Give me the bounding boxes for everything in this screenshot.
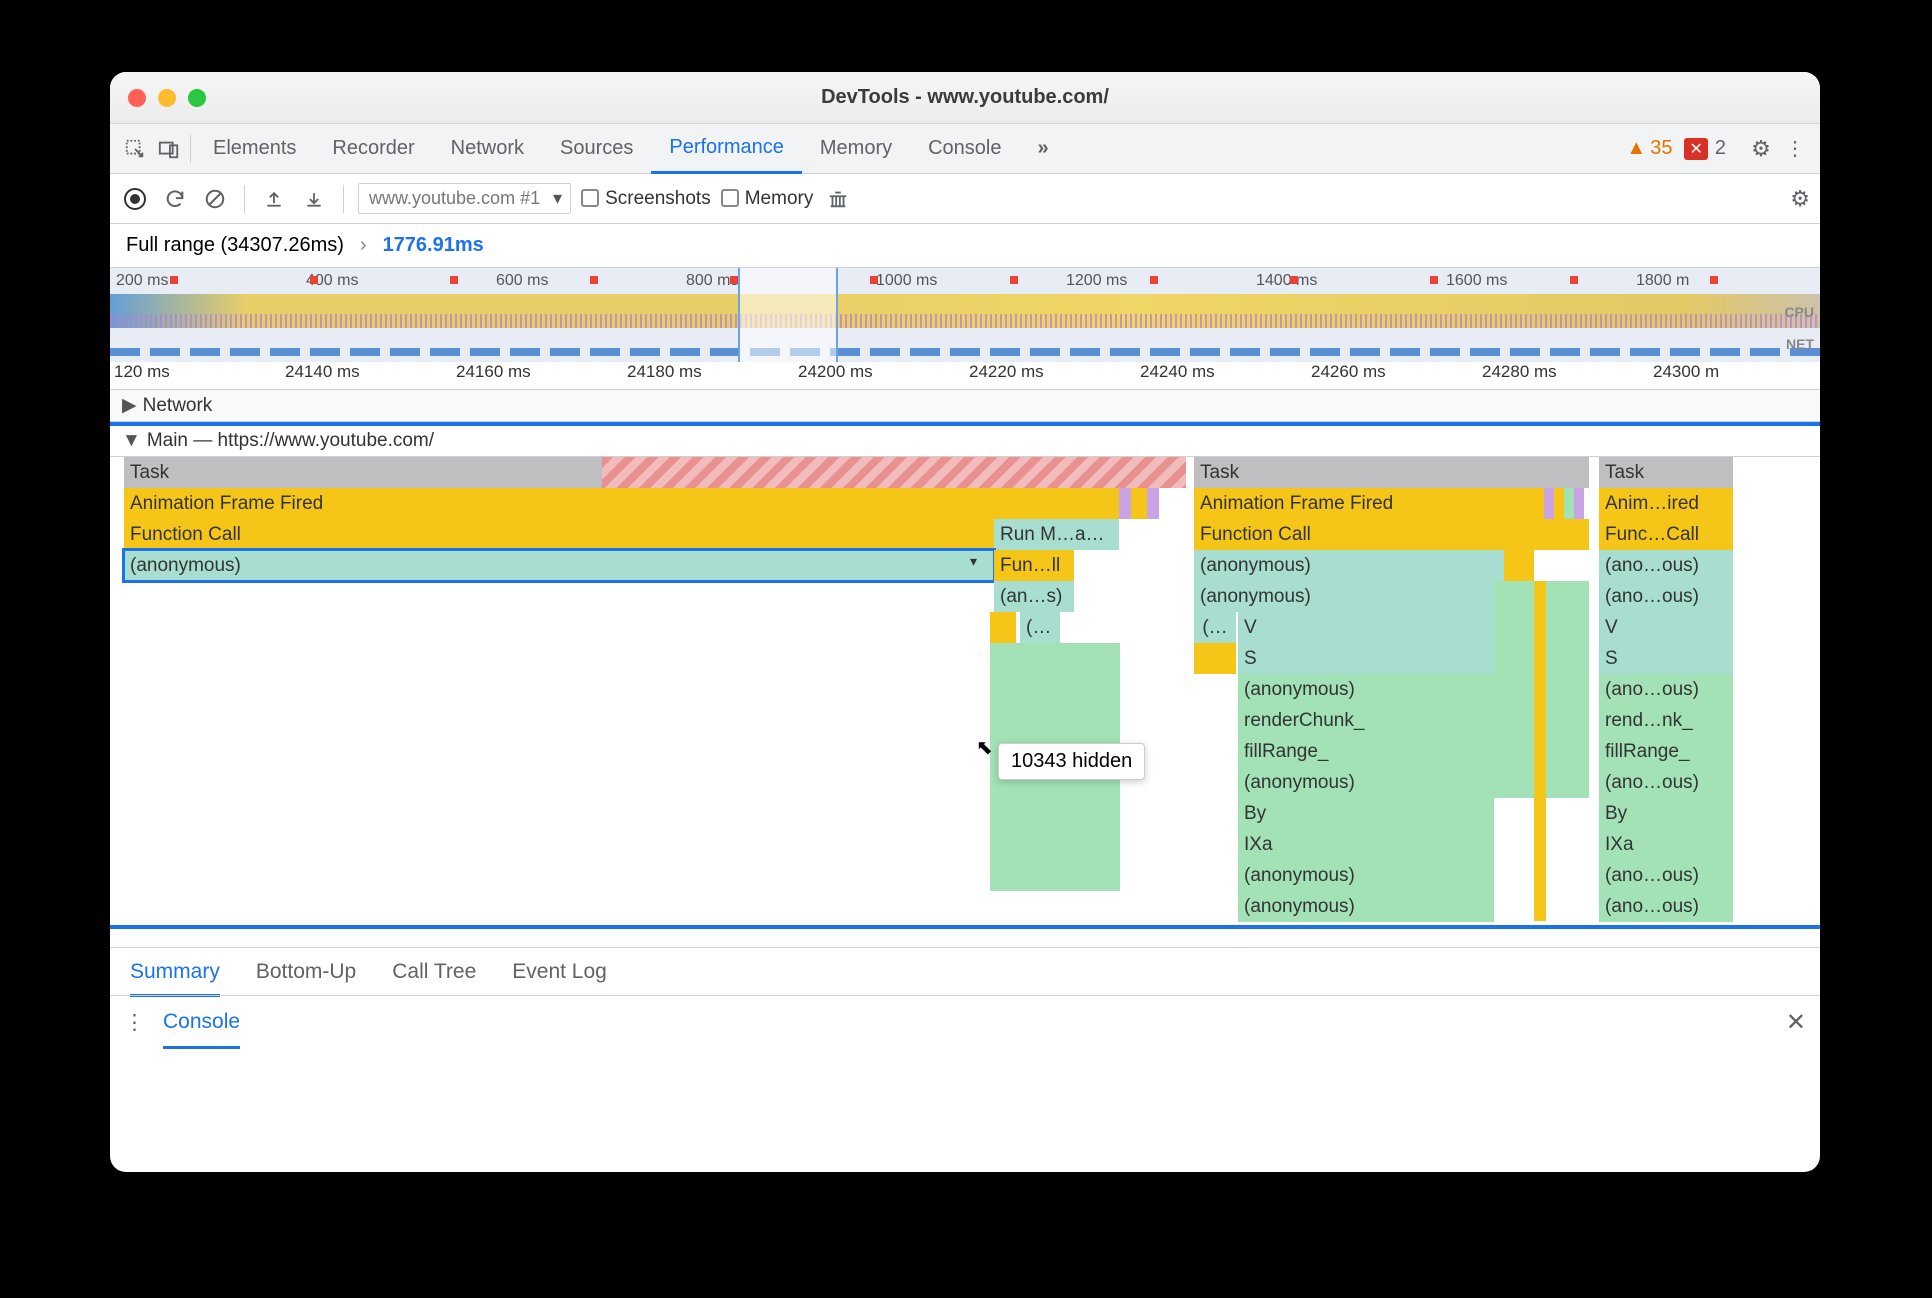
drawer-menu-icon[interactable]: ⋮ <box>124 1010 145 1035</box>
main-track-header[interactable]: ▼Main — https://www.youtube.com/ <box>110 426 1820 457</box>
flame-function-call[interactable]: Func…Call <box>1599 519 1733 550</box>
record-button[interactable] <box>120 184 150 214</box>
flame-animation-frame-fired[interactable]: Animation Frame Fired <box>1194 488 1544 519</box>
flame-run-microtasks[interactable]: Run M…asks <box>994 519 1119 550</box>
flame-function-call[interactable]: Function Call <box>1194 519 1589 550</box>
tab-elements[interactable]: Elements <box>195 124 314 173</box>
tab-console[interactable]: Console <box>910 124 1019 173</box>
drawer-tab-console[interactable]: Console <box>163 1010 240 1049</box>
capture-settings-gear-icon[interactable]: ⚙ <box>1790 186 1810 212</box>
load-profile-icon[interactable] <box>259 184 289 214</box>
overview-selection[interactable] <box>738 268 838 362</box>
tab-event-log[interactable]: Event Log <box>512 960 607 984</box>
flame-animation-frame-fired[interactable]: Anim…ired <box>1599 488 1733 519</box>
save-profile-icon[interactable] <box>299 184 329 214</box>
flame-ixa[interactable]: IXa <box>1599 829 1733 860</box>
flame-v[interactable]: V <box>1238 612 1494 643</box>
net-label: NET <box>1786 336 1814 352</box>
tab-bottom-up[interactable]: Bottom-Up <box>256 960 356 984</box>
tab-call-tree[interactable]: Call Tree <box>392 960 476 984</box>
device-toolbar-icon[interactable] <box>152 132 186 166</box>
flame-anonymous[interactable]: (ano…ous) <box>1599 860 1733 891</box>
settings-gear-icon[interactable]: ⚙ <box>1744 132 1778 166</box>
flame-anonymous[interactable]: (ano…ous) <box>1599 581 1733 612</box>
garbage-collect-icon[interactable] <box>823 184 853 214</box>
devtools-window: DevTools - www.youtube.com/ Elements Rec… <box>110 72 1820 1172</box>
flame-fillrange[interactable]: fillRange_ <box>1599 736 1733 767</box>
memory-checkbox[interactable]: Memory <box>721 188 814 210</box>
close-window-button[interactable] <box>128 89 146 107</box>
cpu-label: CPU <box>1784 304 1814 320</box>
inspect-element-icon[interactable] <box>118 132 152 166</box>
window-title: DevTools - www.youtube.com/ <box>110 86 1820 109</box>
full-range-label[interactable]: Full range (34307.26ms) <box>126 234 344 257</box>
titlebar: DevTools - www.youtube.com/ <box>110 72 1820 124</box>
tab-recorder[interactable]: Recorder <box>314 124 432 173</box>
flame-anonymous[interactable]: (ano…ous) <box>1599 891 1733 922</box>
flame-anonymous[interactable]: (ano…ous) <box>1599 550 1733 581</box>
traffic-lights <box>128 89 206 107</box>
flame-ixa[interactable]: IXa <box>1238 829 1494 860</box>
tab-summary[interactable]: Summary <box>130 960 220 997</box>
flame-fillrange[interactable]: fillRange_ <box>1238 736 1494 767</box>
close-drawer-icon[interactable]: ✕ <box>1786 1008 1806 1037</box>
flame-task[interactable]: Task <box>1599 457 1733 488</box>
zoom-window-button[interactable] <box>188 89 206 107</box>
flame-task[interactable]: Task <box>1194 457 1589 488</box>
flame-v[interactable]: V <box>1599 612 1733 643</box>
screenshots-checkbox[interactable]: Screenshots <box>581 188 711 210</box>
network-track-header[interactable]: ▶Network <box>110 390 1820 422</box>
flame-anonymous[interactable]: (ano…ous) <box>1599 767 1733 798</box>
flame-anonymous[interactable]: (anonymous) <box>1238 674 1494 705</box>
breadcrumb-separator: › <box>360 234 367 257</box>
more-menu-icon[interactable]: ⋮ <box>1778 132 1812 166</box>
errors-badge[interactable]: ✕2 <box>1684 137 1726 160</box>
flame-s[interactable]: S <box>1599 643 1733 674</box>
flame-anonymous[interactable]: (anonymous) <box>1194 550 1504 581</box>
flame-paren[interactable]: (… <box>1020 612 1060 643</box>
warnings-badge[interactable]: ▲ 35 <box>1626 137 1672 160</box>
flame-chart[interactable]: Task Animation Frame Fired Function Call… <box>110 457 1820 947</box>
console-drawer: ⋮ Console ✕ <box>110 995 1820 1049</box>
profile-select[interactable]: www.youtube.com #1 <box>358 183 571 214</box>
main-tab-bar: Elements Recorder Network Sources Perfor… <box>110 124 1820 174</box>
flame-anonymous[interactable]: (ano…ous) <box>1599 674 1733 705</box>
flame-by[interactable]: By <box>1599 798 1733 829</box>
flame-renderchunk[interactable]: renderChunk_ <box>1238 705 1494 736</box>
tab-network[interactable]: Network <box>433 124 542 173</box>
flame-anon-small[interactable]: (an…s) <box>994 581 1074 612</box>
flame-anonymous-selected[interactable]: (anonymous) <box>124 550 994 581</box>
flame-animation-frame-fired[interactable]: Animation Frame Fired <box>124 488 1119 519</box>
tab-memory[interactable]: Memory <box>802 124 910 173</box>
clear-button[interactable] <box>200 184 230 214</box>
tabs-overflow[interactable]: » <box>1020 124 1067 173</box>
tab-performance[interactable]: Performance <box>651 125 802 174</box>
reload-record-button[interactable] <box>160 184 190 214</box>
flame-task[interactable]: Task <box>124 457 1186 488</box>
flame-cell[interactable]: (… <box>1194 612 1236 643</box>
performance-toolbar: www.youtube.com #1 Screenshots Memory ⚙ <box>110 174 1820 224</box>
flame-anonymous[interactable]: (anonymous) <box>1238 891 1494 922</box>
hidden-frames-tooltip: 10343 hidden <box>998 743 1145 780</box>
flame-renderchunk[interactable]: rend…nk_ <box>1599 705 1733 736</box>
range-breadcrumb: Full range (34307.26ms) › 1776.91ms <box>110 224 1820 268</box>
flame-anonymous[interactable]: (anonymous) <box>1238 860 1494 891</box>
flame-by[interactable]: By <box>1238 798 1494 829</box>
chevron-down-icon[interactable]: ▾ <box>970 553 977 570</box>
details-tab-bar: Summary Bottom-Up Call Tree Event Log <box>110 947 1820 995</box>
current-range-label[interactable]: 1776.91ms <box>383 234 484 257</box>
timeline-overview[interactable]: 200 ms 400 ms 600 ms 800 ms 1000 ms 1200… <box>110 268 1820 362</box>
flame-fun-call-small[interactable]: Fun…ll <box>994 550 1074 581</box>
flame-s[interactable]: S <box>1238 643 1494 674</box>
detail-ruler[interactable]: 120 ms 24140 ms 24160 ms 24180 ms 24200 … <box>110 362 1820 390</box>
tab-sources[interactable]: Sources <box>542 124 651 173</box>
flame-anonymous[interactable]: (anonymous) <box>1238 767 1494 798</box>
minimize-window-button[interactable] <box>158 89 176 107</box>
flame-function-call[interactable]: Function Call <box>124 519 994 550</box>
flame-anonymous[interactable]: (anonymous) <box>1194 581 1494 612</box>
